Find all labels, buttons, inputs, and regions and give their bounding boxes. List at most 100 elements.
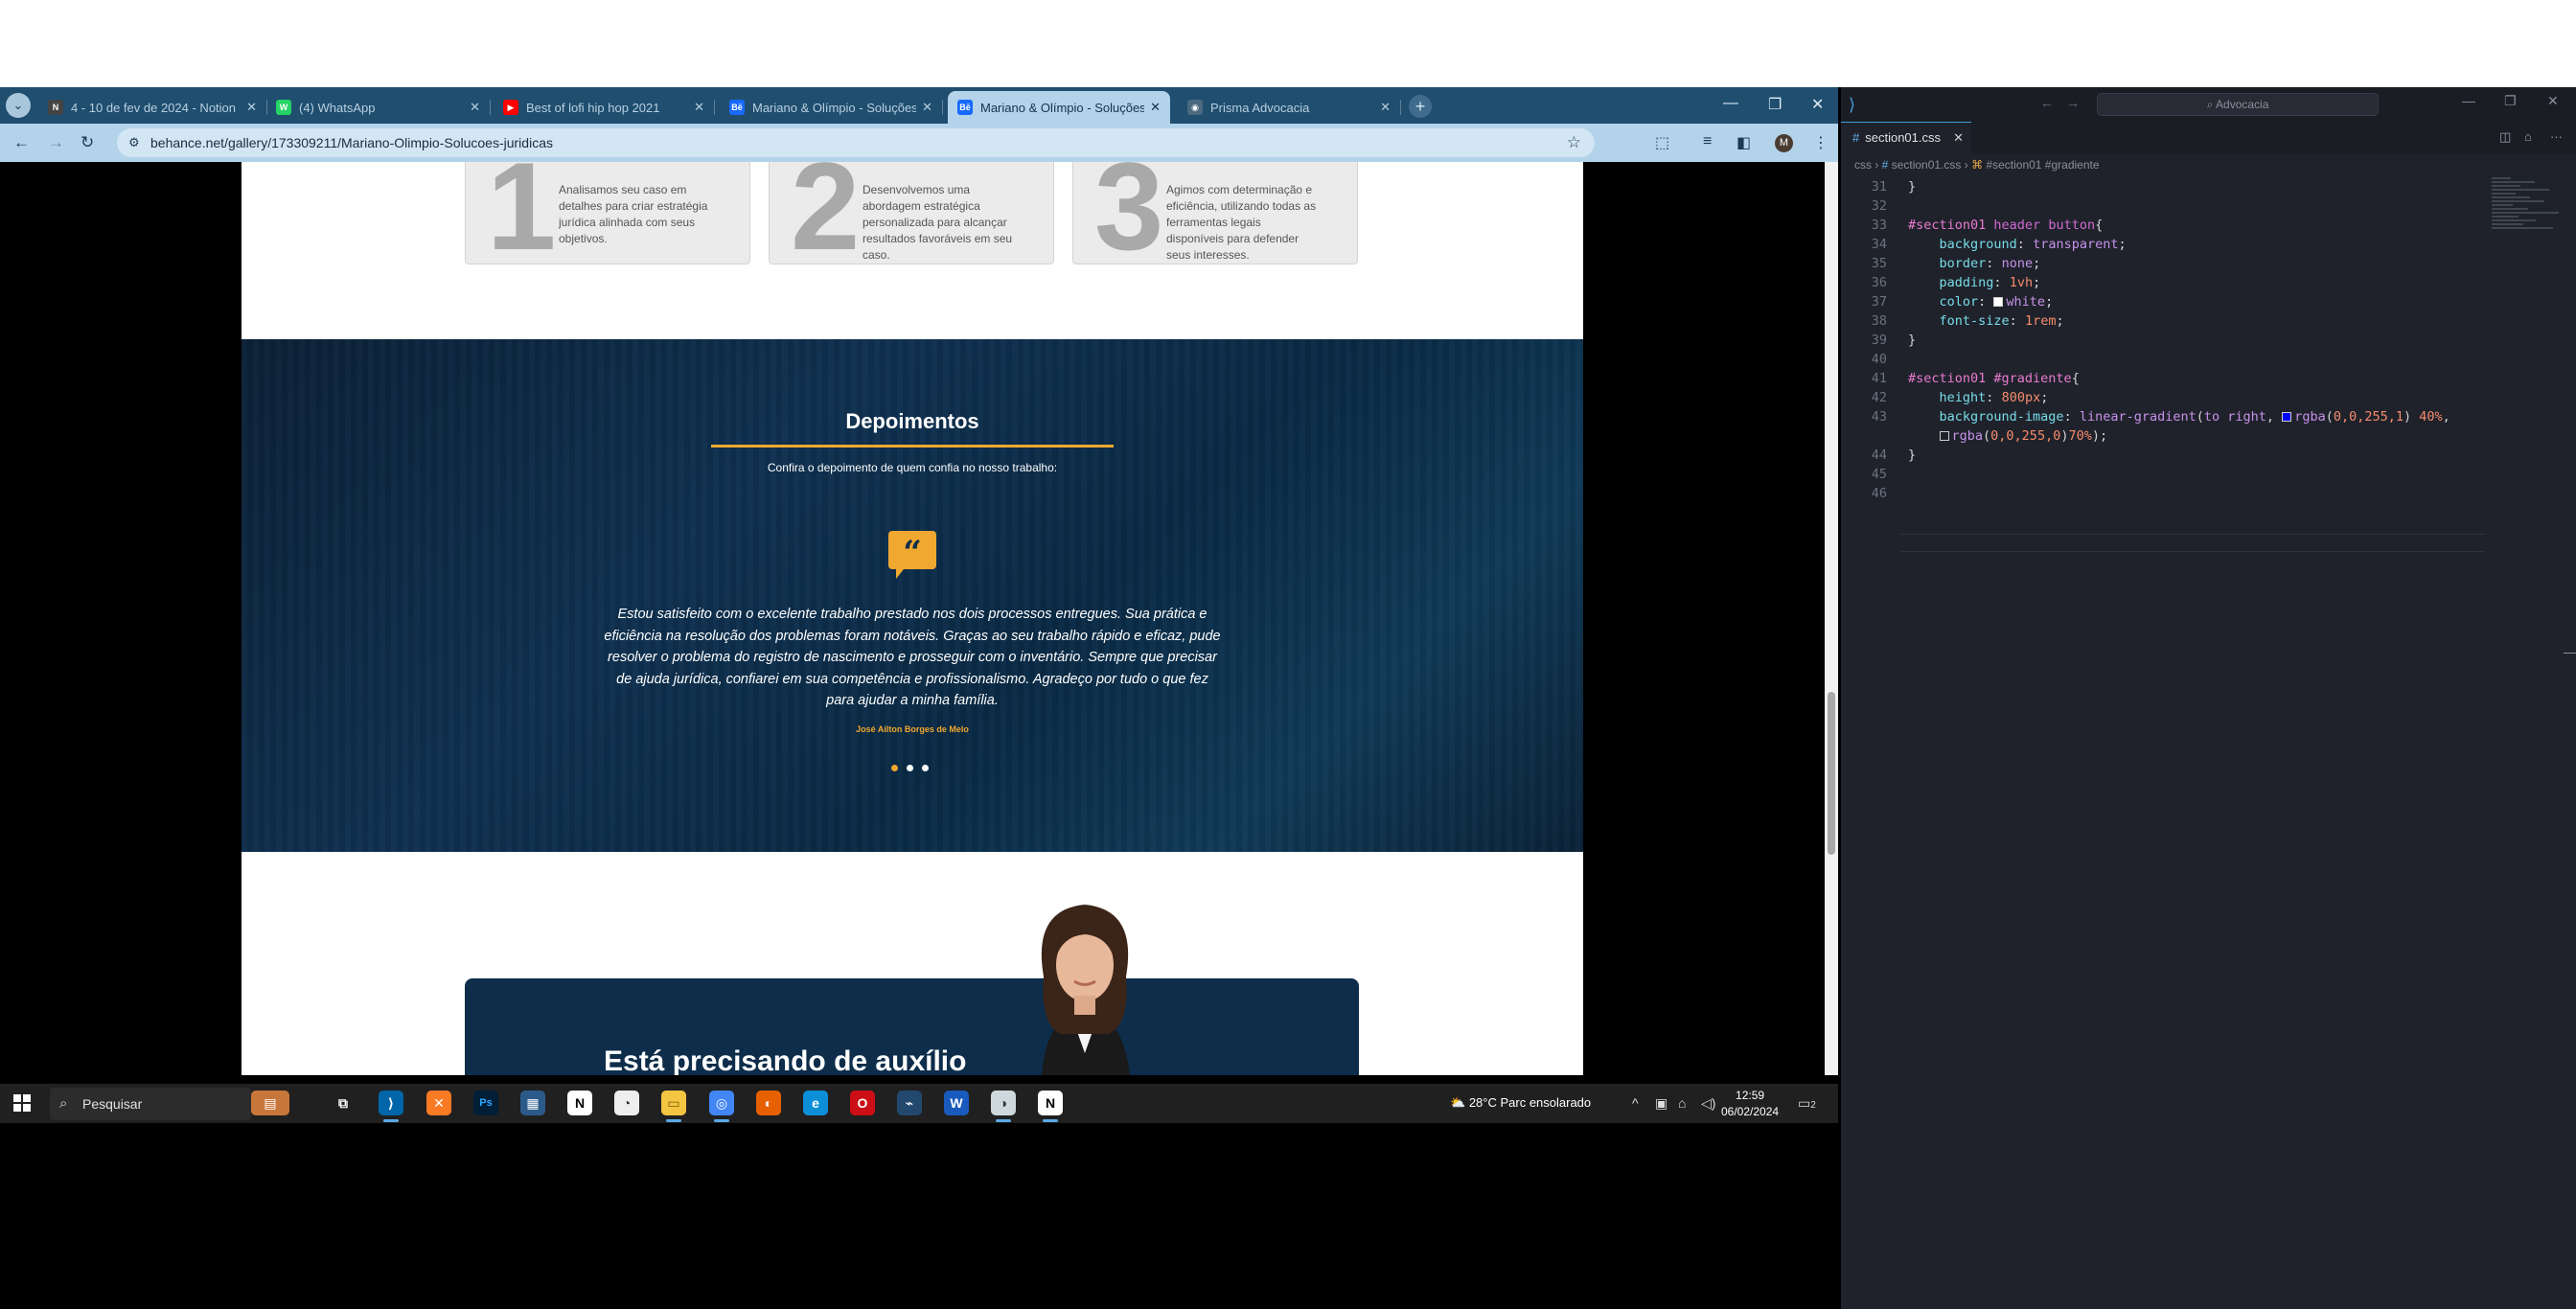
browser-tab[interactable]: W (4) WhatsApp ✕ bbox=[266, 91, 491, 124]
minimize-icon[interactable]: — bbox=[1723, 95, 1738, 112]
tab-separator bbox=[942, 100, 943, 115]
side-panel-icon[interactable]: ◧ bbox=[1736, 133, 1751, 152]
tray-chevron-icon[interactable]: ^ bbox=[1632, 1095, 1639, 1111]
command-center[interactable]: ⌕ Advocacia bbox=[2097, 93, 2379, 116]
code-line[interactable]: padding: 1vh; bbox=[1908, 275, 2041, 290]
browser-tab[interactable]: Bē Mariano & Olímpio - Soluções ✕ bbox=[948, 91, 1170, 124]
profile-avatar[interactable]: M bbox=[1775, 134, 1793, 152]
calculator-icon[interactable]: ▦ bbox=[520, 1091, 545, 1115]
restore-icon[interactable]: ❐ bbox=[2504, 93, 2517, 109]
start-button[interactable] bbox=[13, 1094, 31, 1112]
line-number: 42 bbox=[1871, 390, 1887, 405]
code-line[interactable]: } bbox=[1908, 333, 1916, 348]
vscode-taskbar-icon[interactable]: ⟩ bbox=[379, 1091, 403, 1122]
breadcrumb-symbol[interactable]: #section01 #gradiente bbox=[1986, 158, 2099, 172]
close-tab-icon[interactable]: ✕ bbox=[1953, 123, 1964, 153]
notion-icon-2[interactable]: N bbox=[1038, 1091, 1063, 1122]
address-bar[interactable]: ⚙ behance.net/gallery/173309211/Mariano-… bbox=[117, 128, 1595, 157]
code-line[interactable]: color: white; bbox=[1908, 294, 2054, 310]
code-line[interactable]: font-size: 1rem; bbox=[1908, 313, 2064, 329]
code-line[interactable]: height: 800px; bbox=[1908, 390, 2049, 405]
photoshop-icon[interactable]: Ps bbox=[473, 1091, 498, 1115]
close-icon[interactable]: ✕ bbox=[2547, 93, 2559, 109]
code-line[interactable]: rgba(0,0,255,0)70%); bbox=[1908, 428, 2107, 444]
carousel-dot-1[interactable] bbox=[891, 765, 898, 771]
extensions-icon[interactable]: ⬚ bbox=[1655, 133, 1669, 152]
bookmark-star-icon[interactable]: ☆ bbox=[1567, 133, 1581, 152]
display-icon[interactable]: ⌂ bbox=[1678, 1095, 1686, 1111]
tab-title: Best of lofi hip hop 2021 bbox=[526, 100, 660, 115]
network-icon[interactable]: ▣ bbox=[1655, 1095, 1668, 1112]
code-line[interactable]: #section01 #gradiente{ bbox=[1908, 371, 2080, 386]
restore-icon[interactable]: ❐ bbox=[1768, 95, 1782, 114]
browser-tab[interactable]: ▶ Best of lofi hip hop 2021 ✕ bbox=[494, 91, 715, 124]
tab-separator bbox=[490, 100, 491, 115]
widget-calendar-icon[interactable]: ▤ bbox=[251, 1091, 289, 1115]
forward-icon[interactable]: → bbox=[2066, 95, 2080, 110]
firefox-icon[interactable]: ◐ bbox=[756, 1091, 781, 1115]
carousel-dot-2[interactable] bbox=[907, 765, 913, 771]
tab-search-button[interactable]: ⌄ bbox=[6, 93, 31, 118]
line-number: 31 bbox=[1871, 179, 1887, 195]
line-number: 33 bbox=[1871, 218, 1887, 233]
page-scrollbar[interactable] bbox=[1825, 162, 1838, 1075]
volume-icon[interactable]: ◁) bbox=[1701, 1095, 1715, 1112]
app-icon[interactable]: ◔ bbox=[614, 1091, 639, 1115]
app-icon-3[interactable]: ◑ bbox=[991, 1091, 1016, 1122]
line-number: 45 bbox=[1871, 467, 1887, 482]
code-line[interactable]: } bbox=[1908, 179, 1916, 195]
edge-icon[interactable]: e bbox=[803, 1091, 828, 1115]
back-icon[interactable]: ← bbox=[13, 133, 30, 152]
lock-icon[interactable]: ⌂ bbox=[2524, 129, 2532, 144]
task-view-icon[interactable]: ⧉ bbox=[331, 1091, 356, 1115]
tab-title: (4) WhatsApp bbox=[299, 100, 376, 115]
browser-tab[interactable]: Bē Mariano & Olímpio - Soluções ✕ bbox=[720, 91, 943, 124]
reload-icon[interactable]: ↻ bbox=[80, 133, 94, 152]
minimize-icon[interactable]: — bbox=[2462, 93, 2475, 108]
notification-icon[interactable]: ▭2 bbox=[1798, 1095, 1816, 1112]
scroll-thumb[interactable] bbox=[1828, 692, 1835, 855]
clock[interactable]: 12:59 06/02/2024 bbox=[1721, 1088, 1779, 1120]
site-info-icon[interactable]: ⚙ bbox=[128, 135, 140, 150]
new-tab-button[interactable]: + bbox=[1409, 95, 1432, 118]
file-explorer-icon[interactable]: ▭ bbox=[661, 1091, 686, 1122]
browser-tab[interactable]: ◉ Prisma Advocacia ✕ bbox=[1178, 91, 1401, 124]
browser-tab[interactable]: N 4 - 10 de fev de 2024 - Notion ✕ bbox=[38, 91, 267, 124]
breadcrumb-file[interactable]: section01.css bbox=[1892, 158, 1962, 172]
step-card: 2 Desenvolvemos uma abordagem estratégica… bbox=[769, 162, 1054, 264]
split-editor-icon[interactable]: ◫ bbox=[2499, 129, 2511, 145]
back-icon[interactable]: ← bbox=[2040, 95, 2054, 110]
code-line[interactable]: } bbox=[1908, 448, 1916, 463]
code-editor[interactable]: 31} 32 33 #section01 header button{34 backg… bbox=[1841, 179, 2493, 1137]
close-tab-icon[interactable]: ✕ bbox=[1380, 100, 1391, 115]
close-tab-icon[interactable]: ✕ bbox=[694, 100, 704, 115]
close-tab-icon[interactable]: ✕ bbox=[470, 100, 480, 115]
menu-icon[interactable]: ⋮ bbox=[1813, 133, 1828, 152]
media-control-icon[interactable]: ≡ bbox=[1703, 133, 1712, 150]
code-line[interactable]: border: none; bbox=[1908, 256, 2041, 271]
weather-widget[interactable]: ⛅ 28°C Parc ensolarado bbox=[1450, 1095, 1591, 1111]
more-actions-icon[interactable]: ··· bbox=[2550, 129, 2563, 144]
tab-title: 4 - 10 de fev de 2024 - Notion bbox=[71, 100, 237, 115]
word-icon[interactable]: W bbox=[944, 1091, 969, 1115]
app-icon-2[interactable]: ⌁ bbox=[897, 1091, 922, 1115]
notion-icon[interactable]: N bbox=[567, 1091, 592, 1115]
code-line[interactable]: background-image: linear-gradient(to rig… bbox=[1908, 409, 2450, 425]
close-tab-icon[interactable]: ✕ bbox=[922, 100, 932, 115]
opera-icon[interactable]: O bbox=[850, 1091, 875, 1115]
tab-section01-css[interactable]: # section01.css ✕ bbox=[1841, 122, 1971, 154]
taskbar-search[interactable]: ⌕ Pesquisar bbox=[50, 1088, 251, 1120]
forward-icon[interactable]: → bbox=[48, 133, 64, 152]
close-window-icon[interactable]: ✕ bbox=[1811, 95, 1824, 114]
code-line[interactable]: #section01 header button{ bbox=[1908, 218, 2103, 233]
close-tab-icon[interactable]: ✕ bbox=[1150, 100, 1161, 115]
carousel-dot-3[interactable] bbox=[922, 765, 929, 771]
url-text[interactable]: behance.net/gallery/173309211/Mariano-Ol… bbox=[150, 135, 553, 150]
xampp-icon[interactable]: ✕ bbox=[426, 1091, 451, 1115]
code-line[interactable]: background: transparent; bbox=[1908, 237, 2127, 252]
selector-icon: ⌘ bbox=[1971, 158, 1984, 172]
minimap[interactable] bbox=[2492, 175, 2564, 271]
chrome-icon[interactable]: ◎ bbox=[709, 1091, 734, 1122]
close-tab-icon[interactable]: ✕ bbox=[246, 100, 257, 115]
breadcrumb-folder[interactable]: css bbox=[1854, 158, 1872, 172]
